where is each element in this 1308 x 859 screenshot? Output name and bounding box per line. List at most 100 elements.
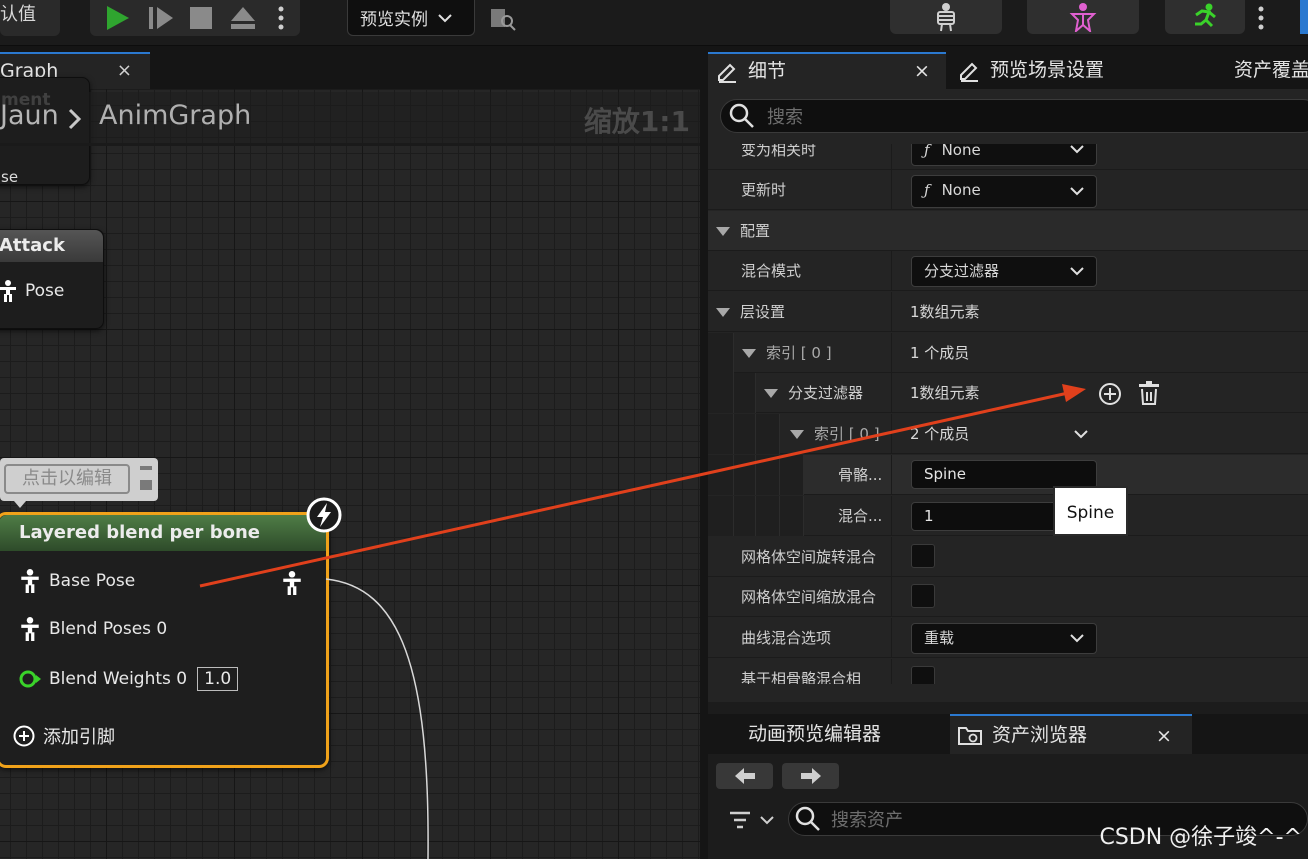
tab-preview-scene-settings[interactable]: 预览场景设置 xyxy=(958,52,1158,89)
combo-value: 重载 xyxy=(924,629,955,647)
search-icon xyxy=(795,806,820,831)
curve-blend-combo[interactable]: 重载 xyxy=(911,623,1097,654)
class-defaults-button[interactable]: 认值 xyxy=(0,0,60,36)
chevron-down-icon xyxy=(438,13,452,22)
indent-guide xyxy=(780,455,804,495)
pose-wire xyxy=(325,578,429,859)
kebab-icon xyxy=(1258,6,1264,30)
expand-triangle-icon xyxy=(790,430,804,439)
filter-icon xyxy=(730,811,774,829)
divider xyxy=(891,496,892,536)
back-button[interactable] xyxy=(716,763,773,789)
prop-label: 索引 [ 0 ] xyxy=(742,333,832,373)
tab-asset-browser[interactable]: 资产浏览器 × xyxy=(950,714,1192,754)
prop-label: 基于相骨骼混合相 xyxy=(741,670,862,684)
tab-preview-scene-label: 预览场景设置 xyxy=(990,59,1105,81)
prop-on-update: 更新时 ƒ None xyxy=(708,170,1308,210)
prop-label: 更新时 xyxy=(741,181,787,199)
indent-guide xyxy=(708,373,734,413)
debug-object-button[interactable] xyxy=(486,0,520,36)
trash-icon[interactable] xyxy=(1138,381,1160,405)
animation-mode-button[interactable] xyxy=(1165,0,1245,34)
mesh-rotation-checkbox[interactable] xyxy=(911,544,935,568)
mesh-scale-checkbox[interactable] xyxy=(911,584,935,608)
function-icon: ƒ xyxy=(924,181,930,199)
indent-guide xyxy=(734,373,756,413)
step-icon xyxy=(149,7,173,29)
preview-instance-label: 预览实例 xyxy=(360,10,428,30)
details-panel: 细节 × 预览场景设置 资产覆盖 搜索 变为相关时 ƒ None 更新时 ƒ N… xyxy=(708,47,1308,702)
forward-button[interactable] xyxy=(782,763,839,789)
close-icon[interactable]: × xyxy=(914,54,930,89)
prop-layer-setup[interactable]: 层设置 1数组元素 xyxy=(708,292,1308,332)
preview-instance-dropdown[interactable]: 预览实例 xyxy=(347,0,475,36)
tab-anim-preview-editor[interactable]: 动画预览编辑器 xyxy=(748,714,881,754)
indent-guide xyxy=(708,496,734,536)
divider xyxy=(891,292,892,332)
tab-details-label: 细节 xyxy=(748,60,787,82)
indent-guide xyxy=(734,414,756,454)
prop-label: 网格体空间缩放混合 xyxy=(741,588,877,606)
prop-label: 网格体空间旋转混合 xyxy=(741,548,877,566)
indent-guide xyxy=(756,455,780,495)
playback-options-button[interactable] xyxy=(270,0,292,36)
prop-bone-name: 骨骼... Spine xyxy=(708,455,1308,495)
category-label: 配置 xyxy=(716,211,770,251)
prop-value: 1数组元素 xyxy=(910,384,980,402)
expand-triangle-icon xyxy=(764,389,778,398)
divider xyxy=(891,537,892,577)
ref-pose-checkbox[interactable] xyxy=(911,666,935,684)
watermark: CSDN @徐子竣^-^ xyxy=(1099,825,1302,850)
prop-ref-pose: 基于相骨骼混合相 xyxy=(708,659,1308,684)
indent-guide xyxy=(734,455,756,495)
indent-guide xyxy=(756,414,780,454)
category-config[interactable]: 配置 xyxy=(708,211,1308,251)
filter-button[interactable] xyxy=(728,809,776,835)
prop-curve-blend: 曲线混合选项 重载 xyxy=(708,618,1308,658)
divider xyxy=(891,455,892,495)
blend-mode-combo[interactable]: 分支过滤器 xyxy=(911,256,1097,287)
asset-search-placeholder: 搜索资产 xyxy=(831,810,903,831)
mesh-mode-button[interactable] xyxy=(1027,0,1139,34)
become-relevant-combo[interactable]: ƒ None xyxy=(911,144,1097,166)
chevron-down-icon[interactable] xyxy=(1074,429,1088,439)
prop-label: 分支过滤器 xyxy=(764,373,863,413)
chevron-down-icon xyxy=(1070,145,1084,154)
close-icon[interactable]: × xyxy=(1156,716,1172,756)
combo-value: None xyxy=(941,144,981,159)
add-element-icon[interactable] xyxy=(1098,382,1122,406)
arrow-left-icon xyxy=(734,768,755,784)
playback-controls xyxy=(90,0,300,36)
prop-filter-index-0[interactable]: 索引 [ 0 ] 2 个成员 xyxy=(708,414,1308,454)
property-list: 变为相关时 ƒ None 更新时 ƒ None 配置 混合模式 分支过滤器 层设… xyxy=(708,144,1308,684)
stop-button[interactable] xyxy=(186,0,216,36)
combo-value: 分支过滤器 xyxy=(924,262,1000,280)
prop-label: 变为相关时 xyxy=(741,144,817,159)
play-button[interactable] xyxy=(100,0,134,36)
divider xyxy=(891,144,892,170)
prop-label: 曲线混合选项 xyxy=(741,629,832,647)
prop-become-relevant: 变为相关时 ƒ None xyxy=(708,144,1308,170)
eject-button[interactable] xyxy=(226,0,260,36)
prop-blend-mode: 混合模式 分支过滤器 xyxy=(708,251,1308,291)
on-update-combo[interactable]: ƒ None xyxy=(911,175,1097,208)
step-button[interactable] xyxy=(144,0,178,36)
skeleton-mode-button[interactable] xyxy=(890,0,1002,34)
tab-details[interactable]: 细节 × xyxy=(708,52,946,89)
prop-label: 混合模式 xyxy=(741,262,802,280)
mesh-icon xyxy=(1069,3,1097,32)
details-search-input[interactable]: 搜索 xyxy=(720,99,1308,133)
anim-graph-panel[interactable]: Graph × ment se Jaun AnimGraph 缩放1:1 Att… xyxy=(0,47,700,859)
divider xyxy=(891,618,892,658)
combo-value: None xyxy=(941,181,981,199)
tab-asset-override[interactable]: 资产覆盖 xyxy=(1234,52,1308,89)
search-asset-icon xyxy=(491,9,516,31)
function-icon: ƒ xyxy=(924,144,930,159)
class-defaults-label: 认值 xyxy=(0,4,36,25)
prop-label: 层设置 xyxy=(716,292,785,332)
expand-triangle-icon xyxy=(716,308,730,317)
prop-branch-filters[interactable]: 分支过滤器 1数组元素 xyxy=(708,373,1308,413)
bone-name-input[interactable]: Spine xyxy=(911,460,1097,489)
mode-options-button[interactable] xyxy=(1250,0,1272,36)
prop-layer-index-0[interactable]: 索引 [ 0 ] 1 个成员 xyxy=(708,333,1308,373)
